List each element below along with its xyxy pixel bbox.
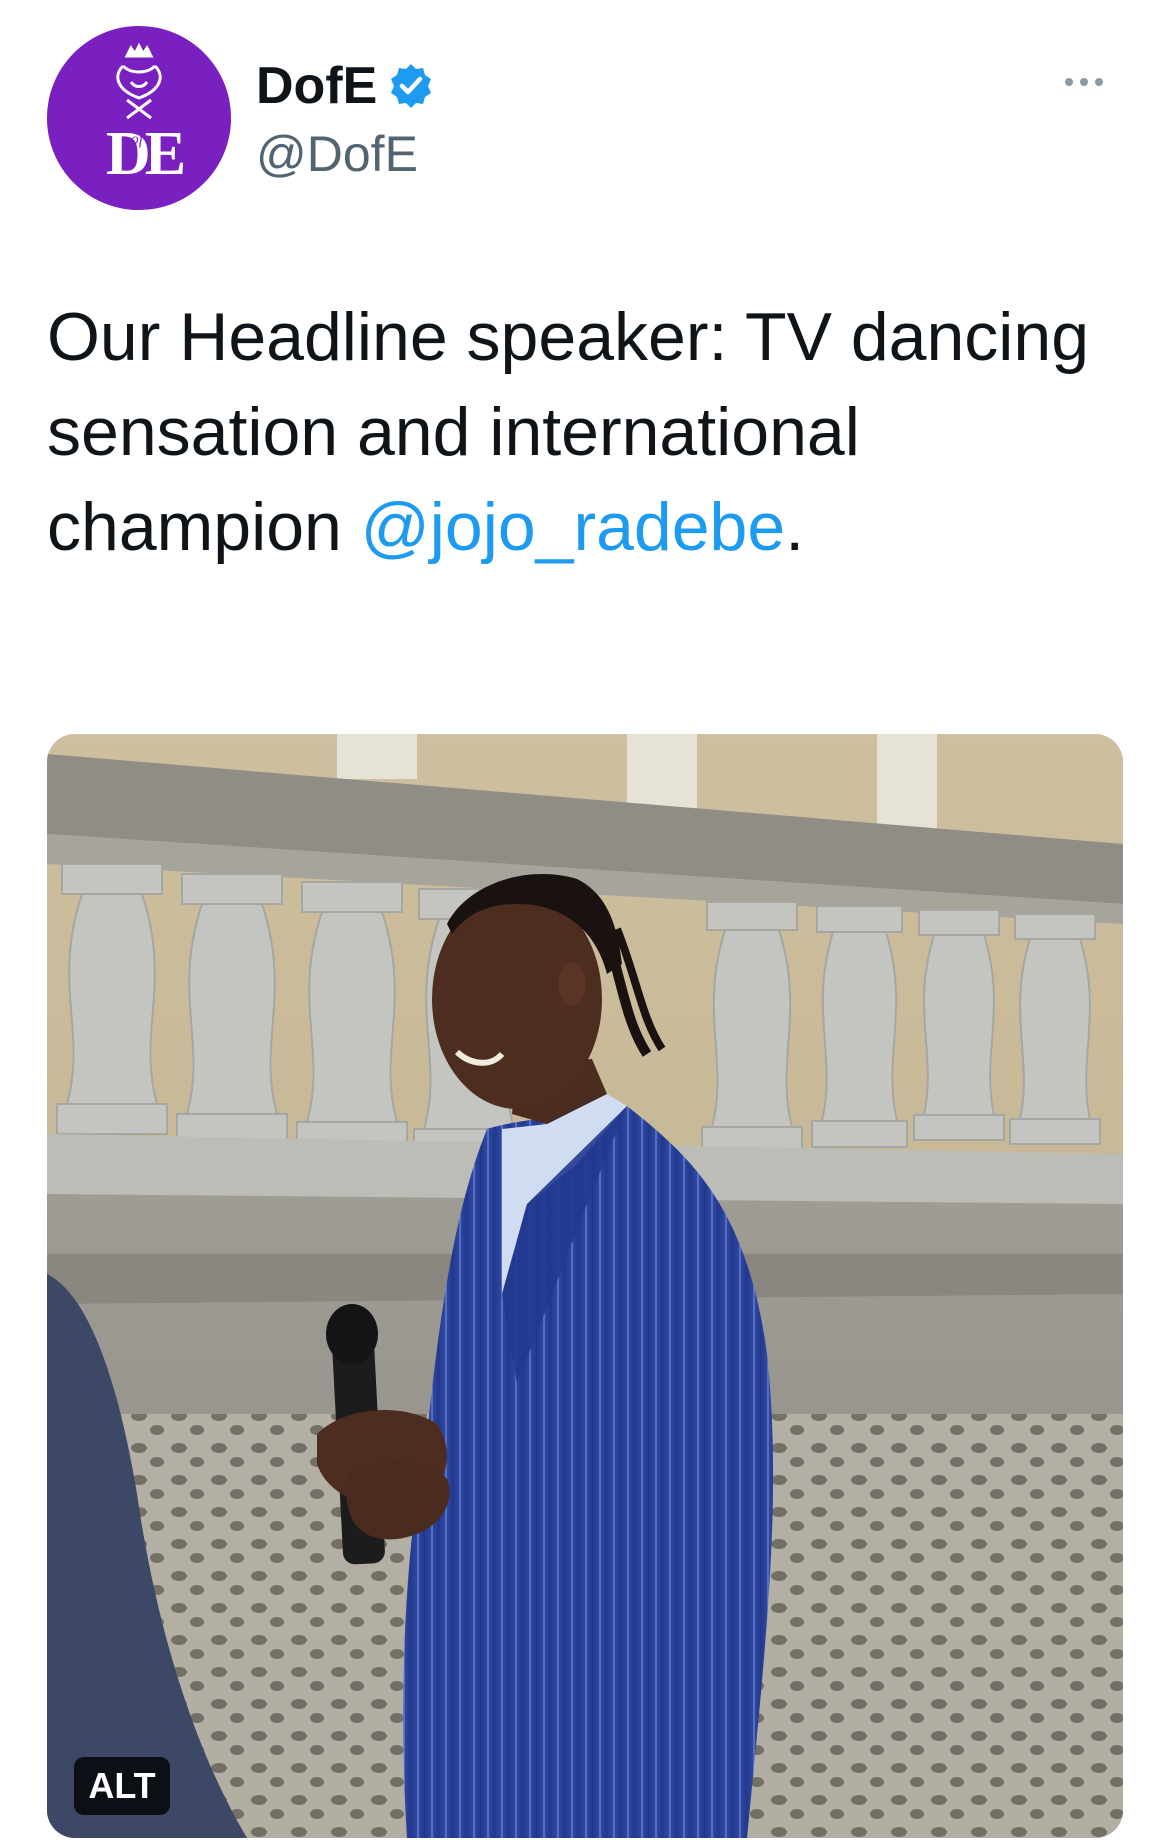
alt-text-badge[interactable]: ALT [74, 1757, 170, 1815]
tweet-card: DE of DofE @DofE Our Headline speaker: T… [0, 0, 1168, 1846]
profile-avatar[interactable]: DE of [47, 26, 231, 210]
tweet-trailing-text: . [785, 489, 805, 565]
author-display-name[interactable]: DofE [256, 54, 377, 118]
name-row: DofE [256, 54, 435, 118]
mention-link[interactable]: @jojo_radebe [361, 489, 785, 565]
author-block: DofE @DofE [256, 54, 435, 186]
author-handle[interactable]: @DofE [256, 122, 435, 186]
more-options-icon[interactable] [1052, 62, 1116, 102]
avatar-logo-text: DE [106, 120, 184, 188]
tweet-photo[interactable] [47, 734, 1123, 1838]
tweet-text: Our Headline speaker: TV dancing sensati… [47, 290, 1107, 575]
verified-badge-icon [387, 62, 435, 110]
